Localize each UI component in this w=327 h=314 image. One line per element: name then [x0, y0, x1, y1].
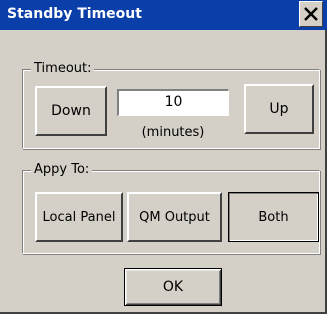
timeout-group-label: Timeout:: [31, 61, 95, 76]
up-button[interactable]: Up: [244, 84, 314, 134]
close-button[interactable]: [299, 1, 323, 27]
apply-to-group-label: Appy To:: [31, 162, 93, 177]
ok-button[interactable]: OK: [124, 268, 222, 306]
window-title: Standby Timeout: [7, 6, 142, 22]
timeout-value-field[interactable]: 10: [117, 89, 229, 116]
both-button[interactable]: Both: [228, 192, 319, 242]
standby-timeout-dialog: Standby Timeout Timeout: Down 10 (minute…: [0, 0, 327, 314]
close-icon: [304, 7, 318, 21]
local-panel-button[interactable]: Local Panel: [35, 192, 123, 242]
qm-output-button[interactable]: QM Output: [127, 192, 222, 242]
timeout-units-label: (minutes): [141, 125, 205, 140]
down-button[interactable]: Down: [35, 86, 107, 136]
title-bar: Standby Timeout: [0, 0, 327, 30]
